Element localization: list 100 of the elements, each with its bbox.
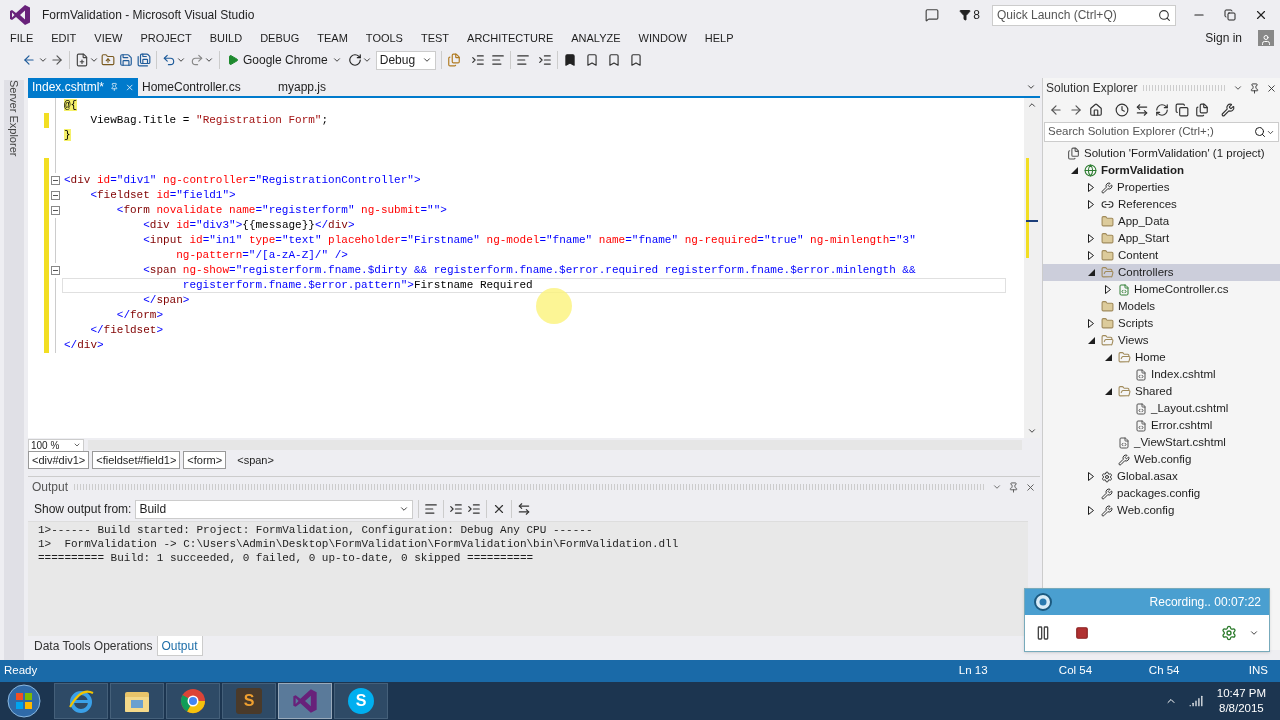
- document-tab[interactable]: myapp.js: [274, 78, 410, 96]
- caret-icon[interactable]: [176, 55, 186, 65]
- open-folder-icon[interactable]: [101, 53, 115, 67]
- collapsed-arrow-icon[interactable]: [1088, 506, 1094, 515]
- tree-item[interactable]: Home: [1043, 349, 1280, 366]
- output-source-dropdown[interactable]: Build: [135, 499, 414, 519]
- dropdown-icon[interactable]: [1233, 83, 1243, 93]
- start-button[interactable]: [4, 683, 44, 719]
- taskbar-app[interactable]: [110, 683, 164, 719]
- vertical-scrollbar[interactable]: [1024, 98, 1040, 438]
- tree-item[interactable]: Content: [1043, 247, 1280, 264]
- search-icon[interactable]: [1158, 8, 1171, 22]
- expanded-arrow-icon[interactable]: [1104, 388, 1112, 395]
- taskbar-app[interactable]: [54, 683, 108, 719]
- search-icon[interactable]: [1254, 126, 1266, 138]
- caret-icon[interactable]: [38, 55, 48, 65]
- previous-message-icon[interactable]: [449, 502, 464, 516]
- tree-item[interactable]: Solution 'FormValidation' (1 project): [1043, 145, 1280, 162]
- uncomment-icon[interactable]: [537, 53, 552, 67]
- tree-item[interactable]: Index.cshtml: [1043, 366, 1280, 383]
- close-icon[interactable]: [1266, 82, 1277, 94]
- clock-time[interactable]: 10:47 PM: [1216, 686, 1266, 701]
- zoom-dropdown[interactable]: 100 %: [28, 438, 84, 452]
- menu-item[interactable]: EDIT: [45, 29, 83, 47]
- taskbar-app[interactable]: S: [222, 683, 276, 719]
- align-icon[interactable]: [490, 53, 505, 67]
- menu-item[interactable]: PROJECT: [134, 29, 198, 47]
- collapsed-arrow-icon[interactable]: [1088, 319, 1094, 328]
- refresh-icon[interactable]: [1155, 103, 1169, 117]
- next-bookmark-icon[interactable]: [606, 53, 621, 67]
- next-message-icon[interactable]: [467, 502, 482, 516]
- collapse-icon[interactable]: [51, 191, 60, 200]
- expanded-arrow-icon[interactable]: [1070, 167, 1078, 174]
- collapse-icon[interactable]: [51, 266, 60, 275]
- clock-date[interactable]: 8/8/2015: [1219, 701, 1264, 716]
- panel-tab[interactable]: Output: [156, 636, 203, 656]
- save-icon[interactable]: [119, 53, 133, 67]
- tree-item[interactable]: App_Start: [1043, 230, 1280, 247]
- home-icon[interactable]: [1089, 103, 1103, 117]
- menu-item[interactable]: HELP: [698, 29, 740, 47]
- tree-item[interactable]: Controllers: [1043, 264, 1280, 281]
- properties-icon[interactable]: [1221, 103, 1235, 117]
- menu-item[interactable]: BUILD: [203, 29, 249, 47]
- pin-icon[interactable]: [1008, 481, 1019, 493]
- quick-launch-field[interactable]: Quick Launch (Ctrl+Q): [992, 4, 1176, 26]
- collapse-icon[interactable]: [51, 176, 60, 185]
- save-all-icon[interactable]: [137, 53, 151, 67]
- undo-icon[interactable]: [162, 53, 176, 67]
- tree-item[interactable]: Properties: [1043, 179, 1280, 196]
- signal-icon[interactable]: [1188, 694, 1203, 708]
- document-tab[interactable]: Index.cshtml*: [28, 78, 138, 96]
- menu-item[interactable]: WINDOW: [632, 29, 693, 47]
- collapse-icon[interactable]: [51, 206, 60, 215]
- horizontal-scrollbar[interactable]: [88, 440, 1022, 450]
- forward-icon[interactable]: [1069, 103, 1083, 117]
- tree-item[interactable]: Shared: [1043, 383, 1280, 400]
- taskbar-app[interactable]: [166, 683, 220, 719]
- pause-icon[interactable]: [1035, 625, 1051, 641]
- sign-in-link[interactable]: Sign in: [1205, 29, 1242, 47]
- find-message-icon[interactable]: [424, 502, 439, 516]
- caret-icon[interactable]: [331, 55, 342, 65]
- tree-item[interactable]: Models: [1043, 298, 1280, 315]
- back-icon[interactable]: [1049, 103, 1063, 117]
- tree-item[interactable]: References: [1043, 196, 1280, 213]
- avatar-icon[interactable]: [1258, 30, 1274, 46]
- caret-icon[interactable]: [1249, 628, 1259, 638]
- taskbar-app[interactable]: [278, 683, 332, 719]
- redo-icon[interactable]: [190, 53, 204, 67]
- tree-item[interactable]: App_Data: [1043, 213, 1280, 230]
- restore-icon[interactable]: [1224, 9, 1236, 21]
- notification-count[interactable]: 8: [973, 6, 980, 24]
- back-icon[interactable]: [22, 53, 36, 67]
- dropdown-icon[interactable]: [992, 482, 1002, 492]
- tree-item[interactable]: Web.config: [1043, 451, 1280, 468]
- tree-item[interactable]: Scripts: [1043, 315, 1280, 332]
- tree-item[interactable]: HomeController.cs: [1043, 281, 1280, 298]
- tree-item[interactable]: Web.config: [1043, 502, 1280, 519]
- breadcrumb-item[interactable]: <span>: [233, 450, 278, 470]
- tree-item[interactable]: packages.config: [1043, 485, 1280, 502]
- stop-icon[interactable]: [1075, 626, 1089, 640]
- collapsed-arrow-icon[interactable]: [1105, 285, 1111, 294]
- expanded-arrow-icon[interactable]: [1104, 354, 1112, 361]
- collapsed-arrow-icon[interactable]: [1088, 472, 1094, 481]
- menu-item[interactable]: ARCHITECTURE: [461, 29, 560, 47]
- pin-icon[interactable]: [1249, 82, 1260, 94]
- document-tab[interactable]: HomeController.cs: [138, 78, 274, 96]
- filter-icon[interactable]: [959, 9, 972, 21]
- comment-icon[interactable]: [515, 53, 530, 67]
- caret-icon[interactable]: [204, 55, 214, 65]
- word-wrap-icon[interactable]: [517, 502, 532, 516]
- menu-item[interactable]: VIEW: [88, 29, 129, 47]
- refresh-icon[interactable]: [347, 53, 362, 67]
- expanded-arrow-icon[interactable]: [1087, 337, 1095, 344]
- menu-item[interactable]: DEBUG: [254, 29, 306, 47]
- configuration-dropdown[interactable]: Debug: [375, 50, 436, 70]
- scroll-up-icon[interactable]: [1027, 100, 1037, 110]
- menu-item[interactable]: FILE: [4, 29, 40, 47]
- tab-list-icon[interactable]: [1026, 82, 1036, 92]
- side-tab[interactable]: Server Explorer: [3, 80, 25, 660]
- scroll-down-icon[interactable]: [1027, 426, 1037, 436]
